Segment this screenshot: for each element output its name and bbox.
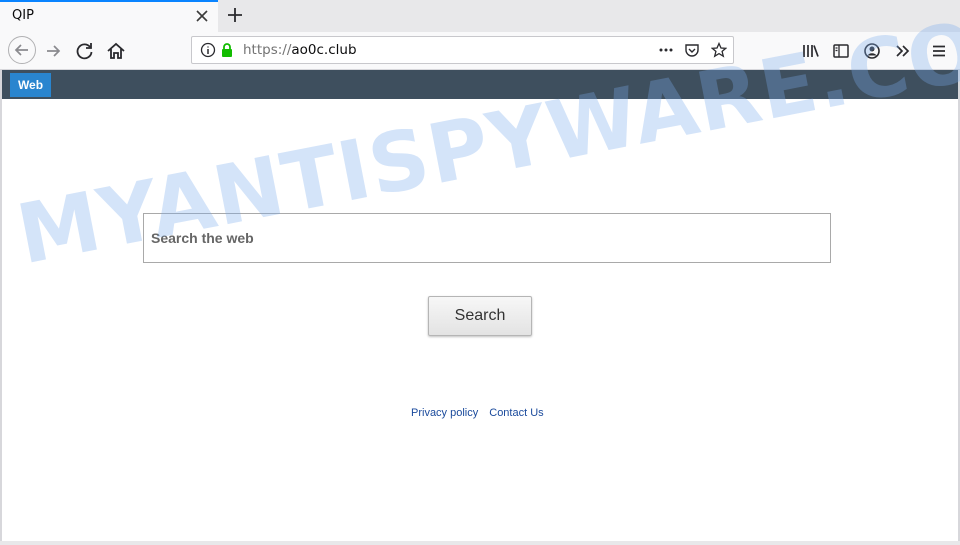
star-icon[interactable] bbox=[711, 42, 727, 58]
home-icon[interactable] bbox=[103, 38, 129, 64]
close-icon[interactable] bbox=[193, 7, 211, 25]
back-arrow-icon bbox=[14, 44, 28, 56]
menu-icon[interactable] bbox=[929, 41, 949, 61]
lock-icon[interactable] bbox=[219, 42, 235, 58]
url-bar[interactable]: https://ao0c.club bbox=[191, 36, 734, 64]
url-text[interactable]: https://ao0c.club bbox=[243, 42, 357, 58]
footer-links: Privacy policy Contact Us bbox=[411, 407, 555, 419]
privacy-policy-link[interactable]: Privacy policy bbox=[411, 407, 478, 419]
plus-icon[interactable] bbox=[224, 4, 246, 26]
tab-title: QIP bbox=[12, 8, 34, 23]
search-placeholder: Search the web bbox=[151, 230, 254, 246]
reload-icon[interactable] bbox=[72, 38, 98, 64]
back-button[interactable] bbox=[8, 36, 36, 64]
forward-arrow-icon[interactable] bbox=[40, 38, 66, 64]
info-icon[interactable] bbox=[200, 42, 216, 58]
search-button[interactable]: Search bbox=[428, 296, 532, 336]
more-icon[interactable] bbox=[658, 42, 674, 58]
overflow-icon[interactable] bbox=[893, 41, 913, 61]
library-icon[interactable] bbox=[801, 41, 821, 61]
web-tab[interactable]: Web bbox=[10, 73, 51, 97]
account-icon[interactable] bbox=[862, 41, 882, 61]
contact-us-link[interactable]: Contact Us bbox=[489, 407, 543, 419]
tab-strip: QIP bbox=[0, 0, 960, 32]
browser-tab[interactable]: QIP bbox=[0, 0, 218, 32]
window-border-bottom bbox=[0, 541, 960, 545]
pocket-icon[interactable] bbox=[684, 42, 700, 58]
url-scheme: https:// bbox=[243, 42, 292, 58]
sidebar-icon[interactable] bbox=[831, 41, 851, 61]
search-input[interactable]: Search the web bbox=[143, 213, 831, 263]
window-border-left bbox=[0, 70, 2, 545]
nav-bar: https://ao0c.club bbox=[0, 32, 960, 70]
url-host: ao0c.club bbox=[291, 42, 357, 58]
site-header: Web bbox=[2, 70, 958, 99]
